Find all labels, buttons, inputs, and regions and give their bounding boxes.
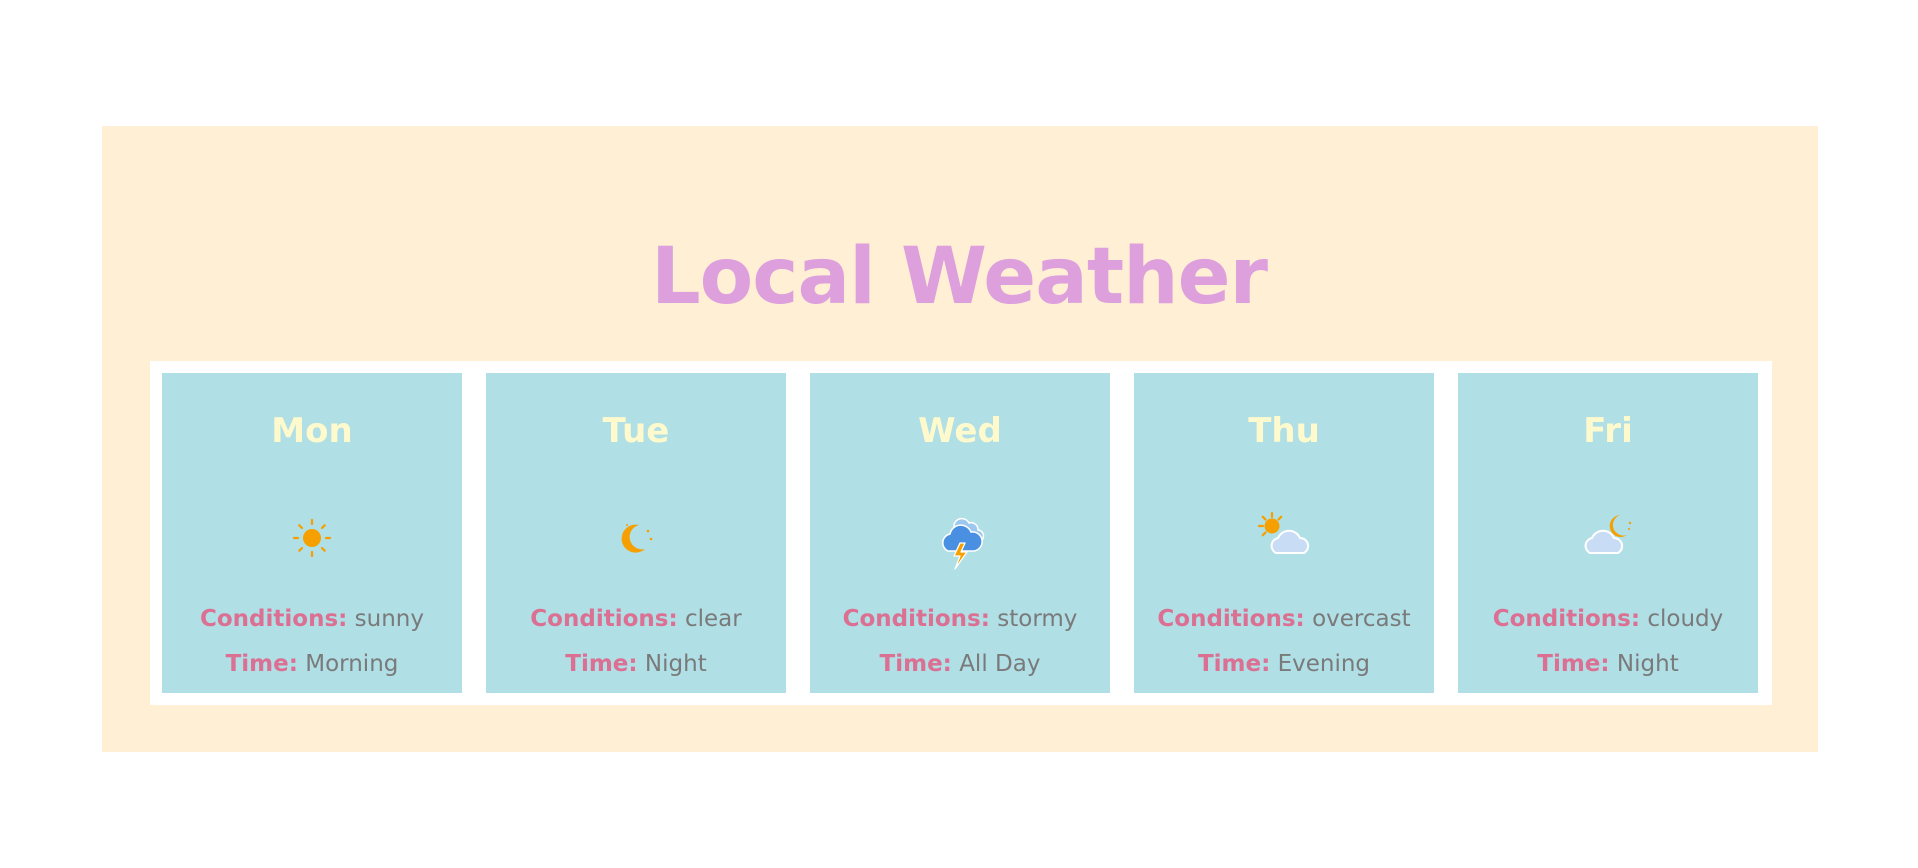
conditions-row: Conditions: sunny [162, 606, 462, 632]
forecast-card-fri: Fri Conditions: cloudy Time: Night [1458, 373, 1758, 693]
conditions-label: Conditions: [530, 606, 678, 632]
time-label: Time: [1537, 651, 1610, 677]
conditions-row: Conditions: stormy [810, 606, 1110, 632]
conditions-value: overcast [1312, 606, 1411, 632]
conditions-row: Conditions: cloudy [1458, 606, 1758, 632]
sun-behind-cloud-icon [1244, 503, 1324, 573]
time-label: Time: [565, 651, 638, 677]
page-title: Local Weather [650, 232, 1268, 322]
conditions-row: Conditions: clear [486, 606, 786, 632]
day-label: Wed [918, 411, 1002, 451]
time-value: Night [644, 651, 707, 677]
forecast-card-wed: Wed Conditions: stormy Time: All Day [810, 373, 1110, 693]
conditions-value: sunny [354, 606, 424, 632]
sun-icon [272, 503, 352, 573]
thunderstorm-icon [920, 503, 1000, 573]
conditions-row: Conditions: overcast [1134, 606, 1434, 632]
conditions-label: Conditions: [1157, 606, 1305, 632]
time-value: Morning [305, 651, 399, 677]
time-value: Night [1616, 651, 1679, 677]
time-row: Time: Night [486, 651, 786, 677]
day-label: Fri [1583, 411, 1633, 451]
day-label: Tue [602, 411, 670, 451]
time-row: Time: Morning [162, 651, 462, 677]
forecast-card-thu: Thu Conditions: overcast Time: Evening [1134, 373, 1434, 693]
conditions-value: clear [684, 606, 742, 632]
time-row: Time: Night [1458, 651, 1758, 677]
time-label: Time: [879, 651, 952, 677]
forecast-card-mon: Mon Conditions: sunny Time: Morning [162, 373, 462, 693]
conditions-value: stormy [997, 606, 1078, 632]
day-label: Thu [1248, 411, 1320, 451]
time-row: Time: Evening [1134, 651, 1434, 677]
conditions-label: Conditions: [1492, 606, 1641, 632]
forecast-card-tue: Tue Conditions: clear Time: Night [486, 373, 786, 693]
time-value: All Day [959, 651, 1041, 677]
day-label: Mon [271, 411, 353, 451]
moon-behind-cloud-icon [1568, 503, 1648, 573]
time-value: Evening [1277, 651, 1371, 677]
time-label: Time: [225, 651, 298, 677]
moon-icon [596, 503, 676, 573]
conditions-label: Conditions: [842, 606, 990, 632]
time-label: Time: [1197, 651, 1271, 677]
conditions-label: Conditions: [200, 606, 348, 632]
conditions-value: cloudy [1647, 606, 1724, 632]
time-row: Time: All Day [810, 651, 1110, 677]
